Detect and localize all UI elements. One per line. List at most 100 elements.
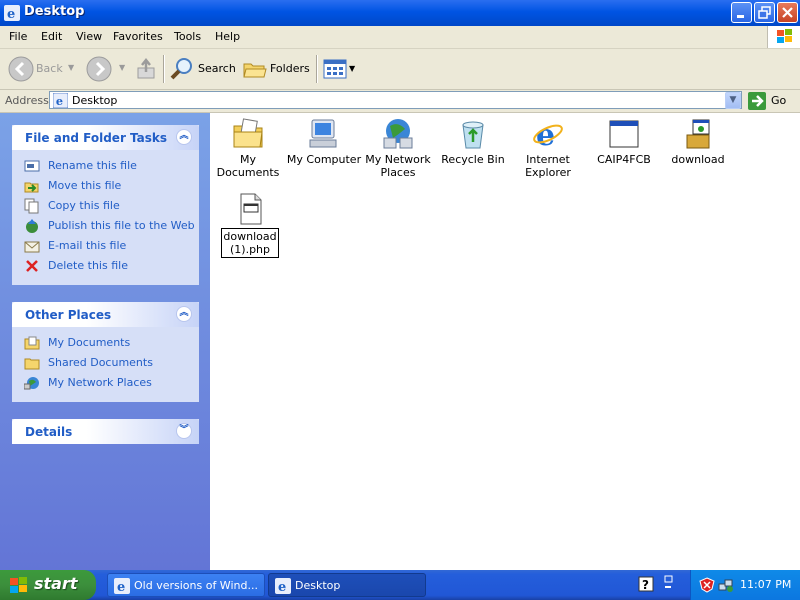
back-button[interactable]: Back ▼	[8, 56, 88, 82]
restore-button[interactable]	[754, 2, 775, 23]
desktop-item-caip4fcb[interactable]: CAIP4FCB	[586, 117, 662, 166]
collapse-icon[interactable]: ︽	[176, 306, 192, 322]
desktop-item-label: Recycle Bin	[441, 153, 505, 166]
task-label: Move this file	[48, 179, 122, 192]
window-restore-icon[interactable]	[662, 573, 676, 598]
address-bar: Address e Desktop	[0, 90, 800, 113]
desktop-item-label: download (1).php	[221, 228, 279, 258]
menu-tools[interactable]: Tools	[174, 30, 201, 43]
task-label: E-mail this file	[48, 239, 127, 252]
desktop-item-label: download	[671, 153, 725, 166]
internet-explorer-icon: e	[510, 117, 586, 151]
details-panel: Details ︾	[12, 419, 199, 444]
start-button[interactable]: start	[0, 570, 96, 600]
task-label: Copy this file	[48, 199, 120, 212]
task-pane: File and Folder Tasks ︽ Rename this file…	[0, 113, 210, 570]
windows-flag-icon	[8, 576, 30, 597]
expand-icon[interactable]: ︾	[176, 423, 192, 439]
menu-favorites[interactable]: Favorites	[113, 30, 163, 43]
my-documents-icon	[210, 117, 286, 151]
up-folder-button[interactable]	[134, 56, 160, 82]
svg-text:e: e	[536, 118, 555, 151]
folders-label: Folders	[270, 62, 310, 75]
forward-button[interactable]: ▼	[86, 56, 126, 82]
other-places-header[interactable]: Other Places ︽	[12, 302, 199, 327]
menu-bar: File Edit View Favorites Tools Help	[0, 26, 800, 49]
panel-title: Other Places	[25, 308, 112, 322]
file-folder-tasks-header[interactable]: File and Folder Tasks ︽	[12, 125, 199, 150]
desktop-item-internet-explorer[interactable]: e Internet Explorer	[510, 117, 586, 179]
forward-arrow-icon	[86, 56, 112, 85]
other-places-panel: Other Places ︽ My Documents Shared Docum…	[12, 302, 199, 402]
my-documents-folder-icon	[24, 335, 40, 351]
network-globe-icon	[23, 375, 40, 391]
go-arrow-icon	[748, 92, 766, 113]
close-button[interactable]	[777, 2, 798, 23]
desktop-item-label: CAIP4FCB	[597, 153, 651, 166]
folders-icon	[242, 56, 268, 85]
windows-logo-icon	[767, 26, 800, 48]
desktop-item-label: My Computer	[286, 153, 362, 166]
details-header[interactable]: Details ︾	[12, 419, 199, 444]
desktop-item-recycle-bin[interactable]: Recycle Bin	[435, 117, 511, 166]
go-button[interactable]: Go	[748, 92, 800, 110]
forward-dropdown-icon[interactable]: ▼	[119, 63, 125, 72]
desktop-item-download[interactable]: download	[660, 117, 736, 166]
views-icon	[322, 56, 348, 85]
search-label: Search	[198, 62, 236, 75]
address-dropdown-button[interactable]: ▼	[725, 92, 741, 109]
move-icon	[24, 178, 40, 194]
task-label: My Documents	[48, 336, 131, 349]
desktop-item-my-documents[interactable]: My Documents	[210, 117, 286, 179]
menu-help[interactable]: Help	[215, 30, 240, 43]
toolbar-separator	[316, 55, 318, 83]
desktop-small-icon: e	[52, 92, 69, 111]
search-icon	[169, 56, 195, 85]
window-file-icon	[586, 117, 662, 151]
minimize-button[interactable]	[731, 2, 752, 23]
publish-web-icon	[24, 218, 40, 234]
installer-icon	[660, 117, 736, 151]
desktop-item-my-computer[interactable]: My Computer	[286, 117, 362, 166]
network-connection-icon[interactable]	[718, 577, 734, 596]
copy-icon	[24, 198, 40, 214]
svg-text:?: ?	[642, 578, 649, 592]
views-dropdown-icon: ▼	[349, 64, 356, 73]
desktop-item-label: My Documents	[216, 153, 280, 179]
ie-window-icon: e	[4, 5, 20, 22]
desktop-item-label: Internet Explorer	[525, 153, 571, 179]
svg-text:e: e	[278, 580, 286, 594]
menu-file[interactable]: File	[9, 30, 27, 43]
clock: 11:07 PM	[740, 578, 792, 591]
menu-edit[interactable]: Edit	[41, 30, 62, 43]
task-label: Shared Documents	[48, 356, 153, 369]
title-bar[interactable]: e Desktop	[0, 0, 800, 26]
taskbar-item-ie[interactable]: e Old versions of Wind...	[107, 573, 265, 597]
desktop-content: My Documents My Computer My Network Plac…	[210, 113, 800, 570]
toolbar: Back ▼ ▼ Search Folders ▼	[0, 49, 800, 90]
desktop-window-icon: e	[275, 578, 291, 597]
back-dropdown-icon[interactable]: ▼	[68, 63, 74, 72]
collapse-icon[interactable]: ︽	[176, 129, 192, 145]
folders-button[interactable]: Folders	[242, 56, 312, 82]
panel-title: File and Folder Tasks	[25, 131, 168, 145]
security-shield-icon[interactable]	[699, 577, 715, 596]
views-button[interactable]: ▼	[322, 56, 356, 82]
task-label: Delete this file	[48, 259, 128, 272]
recycle-bin-icon	[435, 117, 511, 151]
system-tray: 11:07 PM	[690, 570, 800, 600]
taskbar-item-label: Old versions of Wind...	[134, 579, 258, 592]
help-icon[interactable]: ?	[638, 576, 654, 595]
menu-view[interactable]: View	[76, 30, 102, 43]
up-folder-icon	[134, 57, 160, 85]
desktop-item-network-places[interactable]: My Network Places	[360, 117, 436, 179]
desktop-item-download-php[interactable]: download (1).php	[212, 192, 288, 258]
back-arrow-icon	[8, 56, 34, 85]
go-label: Go	[771, 94, 787, 107]
address-value: Desktop	[72, 94, 118, 107]
search-button[interactable]: Search	[169, 56, 237, 82]
email-icon	[24, 238, 40, 254]
address-input[interactable]: e Desktop	[49, 91, 742, 109]
taskbar-item-desktop[interactable]: e Desktop	[268, 573, 426, 597]
taskbar-item-label: Desktop	[295, 579, 341, 592]
